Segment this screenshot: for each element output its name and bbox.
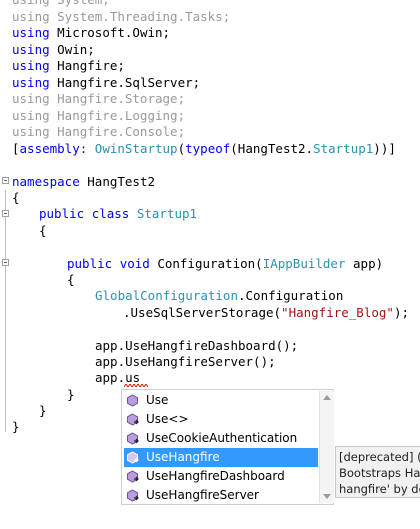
method-call: .UseSqlServerStorage( xyxy=(123,305,282,320)
quick-info-tooltip: [deprecated] (ex Bootstraps Han hangfire… xyxy=(335,446,420,498)
identifier: (HangTest2. xyxy=(230,141,314,156)
keyword: public xyxy=(39,206,85,221)
keyword: using xyxy=(12,42,50,57)
scroll-up-icon[interactable] xyxy=(323,395,331,400)
completion-label: Use xyxy=(146,393,169,407)
collapse-namespace-icon[interactable] xyxy=(2,177,9,184)
scroll-down-icon[interactable] xyxy=(323,494,331,499)
keyword: class xyxy=(91,206,130,221)
method-name: Configuration( xyxy=(157,256,263,271)
code-line-using-system: using System; xyxy=(12,0,110,8)
collapse-class-icon[interactable] xyxy=(2,210,9,217)
error-squiggle xyxy=(124,384,148,387)
tooltip-line: Bootstraps Han xyxy=(339,466,420,480)
brace-namespace-open: { xyxy=(12,190,20,205)
code-line-using-logging: using Hangfire.Logging; xyxy=(12,108,186,123)
extension-method-icon xyxy=(127,451,139,464)
extension-method-icon xyxy=(127,432,139,445)
completion-item-use-hangfire[interactable]: UseHangfire xyxy=(124,448,318,467)
completion-label: UseHangfireDashboard xyxy=(146,469,285,483)
code-line-using-console: using Hangfire.Console; xyxy=(12,124,186,139)
brace-namespace-close: } xyxy=(12,419,20,434)
extension-method-icon xyxy=(127,470,139,483)
namespace-name: Hangfire.SqlServer; xyxy=(57,75,201,90)
namespace-name: Owin; xyxy=(57,42,95,57)
code-line-global-configuration: GlobalConfiguration.Configuration xyxy=(95,288,343,304)
keyword: using xyxy=(12,58,50,73)
code-line-using-storage: using Hangfire.Storage; xyxy=(12,91,186,106)
keyword: using xyxy=(12,75,50,90)
type-name: Startup1 xyxy=(313,141,374,156)
paren: ( xyxy=(177,141,186,156)
typed-text: us xyxy=(125,370,141,385)
code-line-using-microsoft-owin: using Microsoft.Owin; xyxy=(12,25,170,41)
brace-class-close: } xyxy=(39,403,47,418)
code-line-method-signature: public void Configuration(IAppBuilder ap… xyxy=(67,256,383,272)
keyword: using xyxy=(12,25,50,40)
code-line-using-hangfire-sqlserver: using Hangfire.SqlServer; xyxy=(12,75,200,91)
intellisense-popup[interactable]: Use Use<> UseCookieAuthentication UseHan… xyxy=(121,389,334,505)
code-line-use-sql-storage: .UseSqlServerStorage("Hangfire_Blog"); xyxy=(123,305,409,321)
code-line-use-dashboard: app.UseHangfireDashboard(); xyxy=(95,338,299,353)
namespace-name: HangTest2 xyxy=(87,174,155,189)
tooltip-line: [deprecated] (ex xyxy=(339,450,420,464)
keyword: assembly: xyxy=(19,141,88,156)
completion-label: UseHangfireServer xyxy=(146,488,259,502)
class-name: Startup1 xyxy=(136,206,198,221)
completion-label: Use<> xyxy=(146,412,189,426)
code-line-using-tasks: using System.Threading.Tasks; xyxy=(12,9,231,24)
bracket: [ xyxy=(12,141,20,156)
tooltip-line: hangfire' by def xyxy=(339,482,420,496)
completion-label: UseHangfire xyxy=(146,450,220,464)
parameter: app) xyxy=(353,256,384,271)
intellisense-scrollbar[interactable] xyxy=(319,391,334,503)
brace-class-open: { xyxy=(39,223,47,238)
brace-method-open: { xyxy=(67,272,75,287)
punctuation: ); xyxy=(393,305,409,320)
code-line-namespace: namespace HangTest2 xyxy=(12,174,155,190)
outline-guide xyxy=(5,190,6,432)
string-literal: "Hangfire_Blog" xyxy=(281,305,394,320)
extension-method-icon xyxy=(127,413,139,426)
keyword: public xyxy=(67,256,113,271)
property: .Configuration xyxy=(238,288,344,303)
namespace-name: Microsoft.Owin; xyxy=(57,25,171,40)
namespace-name: Hangfire; xyxy=(57,58,125,73)
code-line-use-server: app.UseHangfireServer(); xyxy=(95,354,276,369)
keyword: typeof xyxy=(185,141,231,156)
code-line-assembly-attribute: [assembly: OwinStartup(typeof(HangTest2.… xyxy=(12,141,396,157)
type-name: OwinStartup xyxy=(94,141,178,156)
completion-item-use[interactable]: Use xyxy=(124,391,318,410)
keyword: namespace xyxy=(12,174,80,189)
identifier: app. xyxy=(95,370,126,385)
type-name: GlobalConfiguration xyxy=(95,288,238,303)
completion-item-use-cookie-auth[interactable]: UseCookieAuthentication xyxy=(124,429,318,448)
completion-item-use-hangfire-server[interactable]: UseHangfireServer xyxy=(124,486,318,505)
bracket: ))] xyxy=(373,141,396,156)
completion-label: UseCookieAuthentication xyxy=(146,431,298,445)
completion-item-use-generic[interactable]: Use<> xyxy=(124,410,318,429)
extension-method-icon xyxy=(127,489,139,502)
type-name: IAppBuilder xyxy=(262,256,346,271)
method-icon xyxy=(127,394,138,407)
collapse-method-icon[interactable] xyxy=(2,259,9,266)
code-line-class: public class Startup1 xyxy=(39,206,197,222)
completion-item-use-hangfire-dashboard[interactable]: UseHangfireDashboard xyxy=(124,467,318,486)
code-line-using-hangfire: using Hangfire; xyxy=(12,58,125,74)
code-line-using-owin: using Owin; xyxy=(12,42,95,58)
keyword: void xyxy=(119,256,150,271)
brace-method-close: } xyxy=(67,387,75,402)
